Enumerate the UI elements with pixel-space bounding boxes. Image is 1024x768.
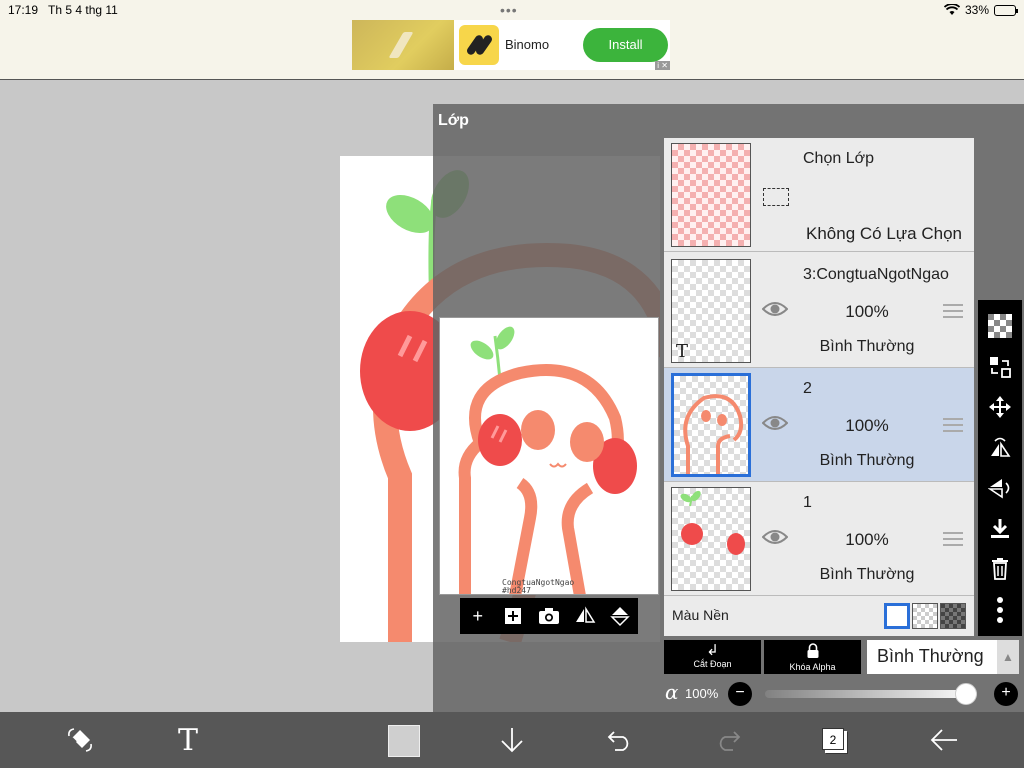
checkerboard-icon[interactable] — [985, 311, 1015, 341]
preview-toolbar: + — [460, 598, 638, 634]
ad-brand: Binomo — [505, 37, 550, 52]
layer-opacity: 100% — [845, 530, 889, 549]
selection-layer-title: Chọn Lớp — [803, 150, 874, 167]
redo-icon[interactable] — [712, 724, 744, 756]
drag-handle-icon[interactable] — [943, 304, 963, 318]
alpha-symbol: α — [665, 680, 679, 704]
swap-layer-icon[interactable] — [985, 352, 1015, 382]
layer-panel: Lớp CongtuaNgotNgao #hd247 + Chọn Lớp Kh… — [433, 104, 1024, 712]
ad-image[interactable] — [352, 20, 454, 70]
clipping-label: Cắt Đoạn — [693, 659, 732, 669]
preview-drawing — [458, 326, 637, 594]
merge-down-icon[interactable] — [985, 514, 1015, 544]
download-arrow-icon[interactable] — [496, 724, 528, 756]
text-layer-icon: T — [676, 341, 689, 362]
background-transparent-swatch[interactable] — [912, 603, 938, 629]
layer-blend-mode: Bình Thường — [819, 566, 915, 583]
battery-percent: 33% — [964, 3, 989, 17]
layer-list: Chọn Lớp Không Có Lựa Chọn T 3:CongtuaNg… — [664, 138, 974, 636]
layer-opacity: 100% — [845, 416, 889, 435]
background-white-swatch[interactable] — [884, 603, 910, 629]
opacity-control: α 100% − + — [665, 680, 1021, 708]
status-bar: 17:19 Th 5 4 thg 11 ••• 33% Binomo Insta… — [0, 0, 1024, 80]
selection-layer-thumbnail — [671, 143, 751, 247]
decrease-opacity-button[interactable]: − — [728, 682, 752, 706]
selection-layer-row[interactable]: Chọn Lớp Không Có Lựa Chọn — [664, 138, 974, 252]
alpha-lock-button[interactable]: Khóa Alpha — [764, 640, 861, 674]
flip-horizontal-icon[interactable] — [985, 433, 1015, 463]
opacity-value: 100% — [685, 686, 719, 701]
opacity-slider[interactable] — [765, 683, 977, 705]
status-right: 33% — [943, 3, 1018, 17]
background-color-row: Màu Nền — [664, 596, 974, 636]
add-layer-icon[interactable]: + — [465, 603, 491, 629]
ad-banner[interactable]: Binomo Install i ✕ — [352, 20, 670, 70]
clipping-button[interactable]: ↲ Cắt Đoạn — [664, 640, 761, 674]
trash-icon[interactable] — [985, 554, 1015, 584]
more-options-icon[interactable] — [985, 595, 1015, 625]
selection-layer-subtitle: Không Có Lựa Chọn — [806, 224, 962, 243]
blend-mode-select[interactable]: Bình Thường — [867, 640, 997, 674]
move-icon[interactable] — [985, 392, 1015, 422]
layer-row-2[interactable]: 2 100% Bình Thường — [664, 368, 974, 482]
layer-name: 3:CongtuaNgotNgao — [803, 266, 949, 283]
layer-opacity: 100% — [845, 302, 889, 321]
binomo-logo-icon — [459, 25, 499, 65]
increase-opacity-button[interactable]: + — [994, 682, 1018, 706]
background-label: Màu Nền — [672, 607, 729, 623]
panel-title: Lớp — [438, 112, 469, 129]
layer-tools-sidebar — [978, 300, 1022, 636]
drag-handle-icon[interactable] — [943, 418, 963, 432]
blend-mode-dropdown-icon[interactable]: ▲ — [997, 640, 1019, 674]
status-date: Th 5 4 thg 11 — [48, 3, 118, 17]
layer-blend-mode: Bình Thường — [819, 452, 915, 469]
camera-icon[interactable] — [536, 603, 562, 629]
lock-icon — [764, 643, 861, 662]
flip-horizontal-icon[interactable] — [572, 603, 598, 629]
duplicate-layer-icon[interactable] — [500, 603, 526, 629]
ad-choices-icon[interactable]: i ✕ — [655, 61, 670, 70]
preview-watermark-sub: #hd247 — [502, 586, 531, 595]
back-arrow-icon[interactable] — [928, 724, 960, 756]
layer-preview[interactable]: CongtuaNgotNgao #hd247 — [439, 317, 659, 595]
visibility-eye-icon[interactable] — [762, 300, 788, 318]
transform-eraser-icon[interactable] — [64, 724, 96, 756]
clipping-arrow-icon: ↲ — [706, 642, 719, 659]
layer-blend-mode: Bình Thường — [819, 338, 915, 355]
battery-icon — [994, 4, 1018, 16]
layer-name: 1 — [803, 494, 812, 511]
multitask-dots-icon[interactable]: ••• — [500, 2, 518, 18]
ad-install-button[interactable]: Install — [583, 28, 668, 62]
layer-1-thumbnail — [671, 487, 751, 591]
background-dark-swatch[interactable] — [940, 603, 966, 629]
opacity-slider-knob[interactable] — [955, 683, 977, 705]
selection-marquee-icon — [763, 188, 789, 206]
layer-row-3[interactable]: T 3:CongtuaNgotNgao 100% Bình Thường — [664, 254, 974, 368]
flip-vertical-icon[interactable] — [985, 473, 1015, 503]
text-tool-icon[interactable]: T — [172, 723, 204, 758]
layer-name: 2 — [803, 380, 812, 397]
flip-vertical-icon[interactable] — [607, 603, 633, 629]
visibility-eye-icon[interactable] — [762, 414, 788, 432]
layer-3-thumbnail: T — [671, 259, 751, 363]
wifi-icon — [943, 4, 960, 15]
visibility-eye-icon[interactable] — [762, 528, 788, 546]
alpha-lock-label: Khóa Alpha — [789, 662, 836, 672]
status-time: 17:19 — [8, 3, 39, 17]
layer-2-thumbnail — [671, 373, 751, 477]
bottom-toolbar: T 2 — [0, 712, 1024, 768]
layers-count-icon[interactable]: 2 — [822, 728, 844, 750]
undo-icon[interactable] — [604, 724, 636, 756]
drag-handle-icon[interactable] — [943, 532, 963, 546]
layer-row-1[interactable]: 1 100% Bình Thường — [664, 482, 974, 596]
current-color-swatch[interactable] — [388, 725, 420, 757]
